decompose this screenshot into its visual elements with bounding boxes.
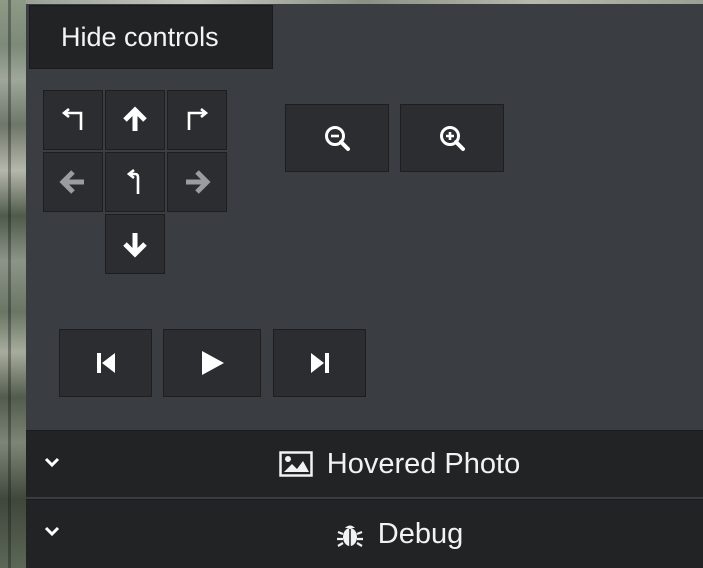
- arrow-up-icon: [123, 106, 147, 131]
- play-button[interactable]: [163, 329, 261, 397]
- turn-right-icon: [187, 107, 209, 130]
- move-forward-button[interactable]: [105, 90, 165, 150]
- arrow-left-icon: [59, 170, 84, 194]
- turn-right-button[interactable]: [167, 90, 227, 150]
- zoom-in-icon: [440, 126, 465, 151]
- next-photo-button[interactable]: [273, 329, 366, 397]
- arrow-right-icon: [186, 170, 211, 194]
- u-turn-button[interactable]: [105, 152, 165, 212]
- move-left-button[interactable]: [43, 152, 103, 212]
- turn-left-icon: [61, 107, 83, 130]
- arrow-down-icon: [123, 233, 147, 258]
- skip-next-icon: [310, 353, 329, 373]
- hide-controls-button[interactable]: Hide controls: [29, 5, 273, 69]
- move-right-button[interactable]: [167, 152, 227, 212]
- skip-previous-icon: [96, 353, 115, 373]
- previous-photo-button[interactable]: [59, 329, 152, 397]
- image-icon: [279, 451, 313, 477]
- debug-label: Debug: [377, 517, 464, 550]
- u-turn-icon: [126, 168, 140, 194]
- zoom-out-button[interactable]: [285, 104, 389, 172]
- hovered-photo-label: Hovered Photo: [326, 447, 521, 480]
- turn-left-button[interactable]: [43, 90, 103, 150]
- zoom-out-icon: [325, 126, 350, 151]
- hovered-photo-section[interactable]: Hovered Photo: [26, 430, 703, 497]
- move-backward-button[interactable]: [105, 214, 165, 274]
- background-photo: [0, 0, 26, 568]
- play-icon: [202, 351, 224, 375]
- debug-section[interactable]: Debug: [26, 499, 703, 568]
- bug-icon: [336, 525, 363, 547]
- zoom-in-button[interactable]: [400, 104, 504, 172]
